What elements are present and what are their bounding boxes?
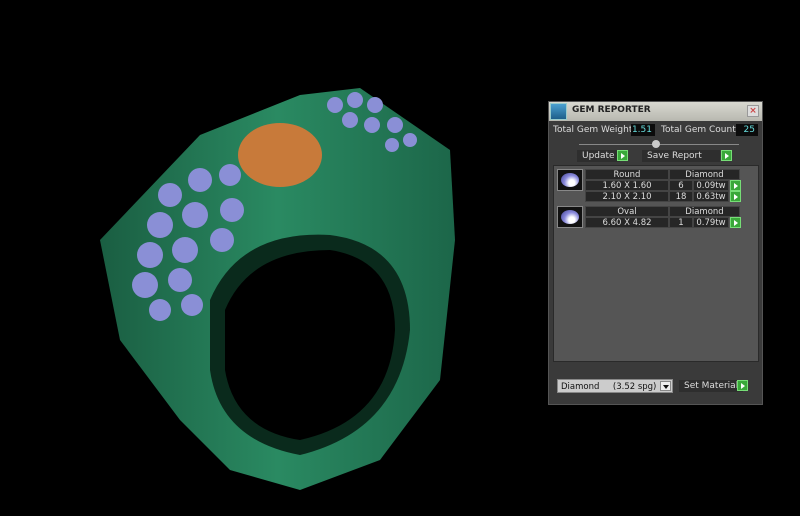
ring-model bbox=[100, 88, 455, 490]
material-select-value: Diamond (3.52 spg) bbox=[561, 382, 657, 392]
total-count-value: 25 bbox=[736, 124, 758, 136]
total-count-label: Total Gem Count bbox=[661, 125, 736, 135]
set-material-play-icon[interactable] bbox=[737, 380, 748, 391]
total-weight-label: Total Gem Weight bbox=[553, 125, 633, 135]
gem-weight: 0.63tw bbox=[693, 191, 729, 202]
gem-size: 6.60 X 4.82 bbox=[585, 217, 669, 228]
set-material-button[interactable]: Set Material bbox=[679, 380, 744, 392]
select-gems-button[interactable] bbox=[730, 180, 741, 191]
panel-title: GEM REPORTER bbox=[572, 105, 651, 115]
oval-gem-thumbnail bbox=[557, 206, 583, 228]
gem-size: 2.10 X 2.10 bbox=[585, 191, 669, 202]
group-shape: Oval bbox=[585, 206, 669, 217]
gem-count: 1 bbox=[669, 217, 693, 228]
material-select[interactable]: Diamond (3.52 spg) bbox=[557, 379, 673, 393]
center-stone bbox=[238, 123, 322, 187]
group-material: Diamond bbox=[669, 169, 740, 180]
title-bar[interactable]: GEM REPORTER × bbox=[549, 102, 762, 121]
total-weight-value: 1.51 bbox=[631, 124, 655, 136]
chevron-down-icon[interactable] bbox=[660, 381, 671, 391]
gem-list: Round Diamond 1.60 X 1.60 6 0.09tw 2.10 … bbox=[553, 165, 759, 362]
round-gem-thumbnail bbox=[557, 169, 583, 191]
close-icon[interactable]: × bbox=[747, 105, 759, 117]
update-play-icon[interactable] bbox=[617, 150, 628, 161]
3d-viewport[interactable] bbox=[0, 0, 540, 513]
gem-reporter-icon bbox=[550, 103, 567, 120]
gem-weight: 0.79tw bbox=[693, 217, 729, 228]
gem-reporter-panel: GEM REPORTER × Total Gem Weight 1.51 Tot… bbox=[548, 101, 763, 405]
slider-handle[interactable] bbox=[652, 140, 660, 148]
select-gems-button[interactable] bbox=[730, 191, 741, 202]
save-report-play-icon[interactable] bbox=[721, 150, 732, 161]
gem-count: 18 bbox=[669, 191, 693, 202]
select-gems-button[interactable] bbox=[730, 217, 741, 228]
gem-size: 1.60 X 1.60 bbox=[585, 180, 669, 191]
group-shape: Round bbox=[585, 169, 669, 180]
update-button[interactable]: Update bbox=[577, 150, 620, 162]
gem-weight: 0.09tw bbox=[693, 180, 729, 191]
save-report-button[interactable]: Save Report bbox=[642, 150, 720, 162]
gem-count: 6 bbox=[669, 180, 693, 191]
group-material: Diamond bbox=[669, 206, 740, 217]
